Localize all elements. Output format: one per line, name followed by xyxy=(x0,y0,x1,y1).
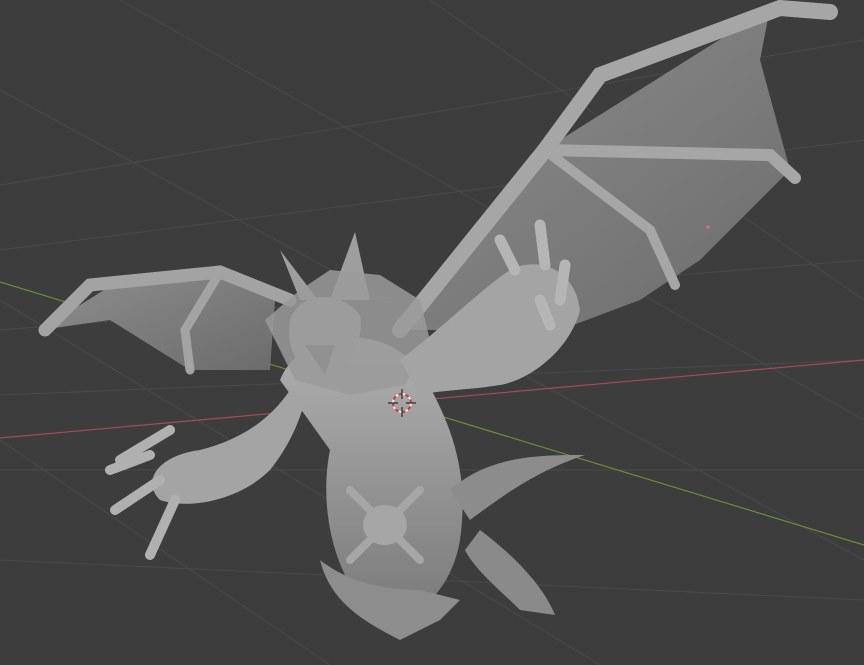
dragon-tail xyxy=(450,455,585,520)
object-origin-icon xyxy=(706,225,710,229)
3d-viewport[interactable] xyxy=(0,0,864,665)
right-leg xyxy=(465,530,555,615)
right-wing-membrane xyxy=(400,8,790,330)
viewport-canvas[interactable] xyxy=(0,0,864,665)
dragon-model[interactable] xyxy=(38,0,838,640)
